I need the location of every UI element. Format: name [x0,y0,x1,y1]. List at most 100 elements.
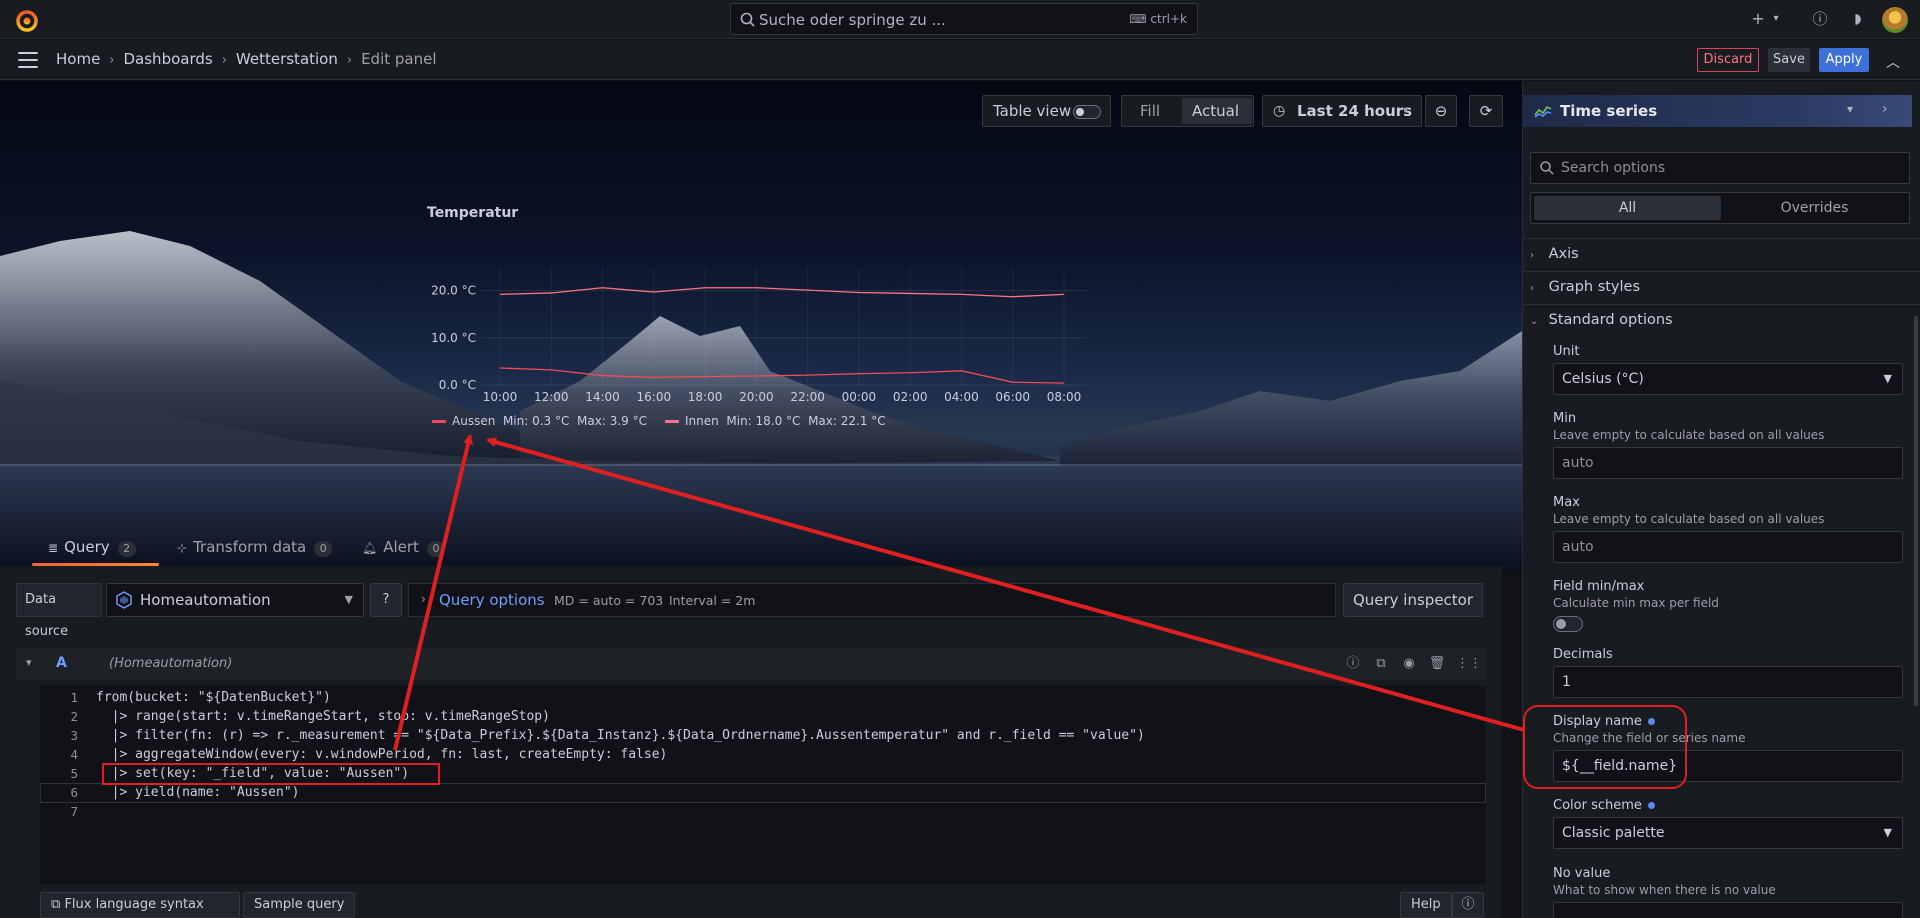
options-filter-segment: All Overrides [1530,192,1910,224]
breadcrumb-dashboards[interactable]: Dashboards [124,50,213,68]
info-button[interactable]: ⓘ [1452,892,1484,918]
apply-button[interactable]: Apply [1819,48,1869,72]
max-description: Leave empty to calculate based on all va… [1553,512,1825,526]
duplicate-icon[interactable]: ⧉ [1372,655,1390,673]
discard-button[interactable]: Discard [1697,48,1759,72]
save-button[interactable]: Save [1768,48,1810,72]
x-tick-label: 12:00 [534,390,569,404]
fill-button[interactable]: Fill [1140,96,1160,126]
query-inspector-button[interactable]: Query inspector [1343,583,1483,617]
chevron-right-icon: › [109,53,115,68]
help-icon[interactable]: ⓘ [1810,9,1830,29]
info-icon: ⓘ [1461,897,1475,912]
legend-name-aussen[interactable]: Aussen [452,414,495,428]
clock-icon: ◷ [1273,103,1286,119]
visualization-picker[interactable]: Time series ▾ › [1522,95,1912,127]
section-standard-options[interactable]: ⌄ Standard options [1530,312,1673,328]
breadcrumb-wetterstation[interactable]: Wetterstation [236,50,338,68]
x-tick-label: 08:00 [1047,390,1082,404]
chevron-down-icon: ▾ [1403,105,1409,116]
display-name-label-text: Display name [1553,714,1642,729]
line-number: 4 [70,747,78,762]
line-number: 7 [70,804,78,819]
data-source-label: Data source [16,583,102,639]
tab-query-count: 2 [117,541,136,557]
decimals-input[interactable]: 1 [1553,666,1903,698]
breadcrumb-bar: Home › Dashboards › Wetterstation › Edit panel… [0,40,1920,80]
section-graph-styles-label: Graph styles [1548,279,1641,295]
influxdb-icon [116,591,132,609]
flux-syntax-button[interactable]: ⧉ Flux language syntax [40,892,240,918]
drag-handle-icon[interactable]: ⋮⋮ [1456,655,1482,673]
options-search-input[interactable]: Search options [1530,152,1910,184]
help-icon[interactable]: ⓘ [1344,655,1362,673]
x-tick-label: 00:00 [842,390,877,404]
legend-name-innen[interactable]: Innen [685,414,719,428]
temperature-chart[interactable]: 0.0 °C 10.0 °C 20.0 °C 10:00 12:00 14:00 16:00… [420,255,1100,415]
query-options-bar[interactable]: › Query options MD = auto = 703 Interval… [408,583,1336,617]
tab-query[interactable]: ≣ Query 2 [32,532,159,566]
chevron-right-icon[interactable]: › [1882,101,1888,117]
current-line-highlight [40,783,1486,803]
flux-syntax-label: Flux language syntax [64,897,204,912]
tab-transform-data[interactable]: ⊹ Transform data 0 [161,532,333,566]
max-label: Max [1553,495,1580,510]
sample-query-button[interactable]: Sample query [243,892,356,918]
news-rss-icon[interactable]: ◗ [1848,9,1868,29]
no-value-input[interactable] [1553,902,1903,918]
chart-legend: Aussen Min: 0.3 °C Max: 3.9 °C Innen Min:… [432,414,886,428]
breadcrumb: Home › Dashboards › Wetterstation › Edit panel [56,50,437,68]
segment-all[interactable]: All [1534,196,1721,220]
segment-overrides[interactable]: Overrides [1721,196,1908,220]
section-graph-styles[interactable]: › Graph styles [1530,279,1640,295]
query-ref-id[interactable]: A [56,655,67,671]
trash-icon[interactable]: 🗑︎ [1428,655,1446,673]
code-line: |> filter(fn: (r) => r._measurement == "… [96,728,1145,743]
search-placeholder: Suche oder springe zu ... [759,11,946,29]
tab-alert[interactable]: 🔔︎ Alert 0 [346,532,456,566]
query-row-header: ▾ A (Homeautomation) ⓘ ⧉ ◉ 🗑︎ ⋮⋮ [16,648,1486,680]
display-name-input[interactable]: ${__field.name} [1553,750,1903,782]
line-number: 3 [70,728,78,743]
help-button[interactable]: Help [1400,892,1452,918]
data-source-select[interactable]: Homeautomation ▼ [106,583,364,617]
grafana-logo-icon[interactable] [14,7,40,33]
refresh-button[interactable]: ⟳ [1469,95,1503,127]
global-search-input[interactable]: Suche oder springe zu ... ⌨ ctrl+k [730,3,1198,35]
data-source-help-button[interactable]: ? [370,583,402,617]
chevron-down-icon[interactable]: ▾ [26,656,32,669]
chevron-up-icon[interactable]: ︿ [1886,52,1900,72]
actual-button[interactable]: Actual [1182,98,1252,124]
zoom-out-button[interactable]: ⊖ [1425,95,1457,127]
tab-alert-label: Alert [383,538,419,556]
color-scheme-select[interactable]: Classic palette ▼ [1553,817,1903,849]
top-bar: Suche oder springe zu ... ⌨ ctrl+k + ▾ ⓘ… [0,0,1920,39]
menu-icon[interactable] [18,52,38,68]
refresh-icon: ⟳ [1479,102,1493,120]
chevron-down-icon[interactable]: ▾ [1766,9,1786,29]
field-min-max-toggle[interactable] [1553,616,1583,632]
options-scrollbar[interactable] [1914,316,1918,706]
query-options-label[interactable]: Query options [439,591,545,609]
no-value-label: No value [1553,866,1611,881]
time-range-picker[interactable]: ◷ Last 24 hours ▾ [1262,95,1422,127]
breadcrumb-home[interactable]: Home [56,50,100,68]
unit-select[interactable]: Celsius (°C) ▼ [1553,363,1903,395]
x-tick-label: 20:00 [739,390,774,404]
color-scheme-label-text: Color scheme [1553,798,1642,813]
chevron-down-icon: ▼ [344,593,353,606]
avatar[interactable] [1882,7,1908,33]
eye-icon[interactable]: ◉ [1400,655,1418,673]
max-input[interactable]: auto [1553,531,1903,563]
chevron-right-icon: › [1530,283,1534,294]
breadcrumb-edit-panel: Edit panel [361,50,437,68]
chevron-down-icon: ⌄ [1530,316,1539,327]
shortcut-label: ctrl+k [1150,12,1187,26]
section-axis[interactable]: › Axis [1530,246,1579,262]
min-input[interactable]: auto [1553,447,1903,479]
divider [1522,304,1920,305]
table-view-switch[interactable] [1073,105,1101,119]
plus-icon[interactable]: + [1748,9,1768,29]
min-label: Min [1553,411,1577,426]
table-view-toggle[interactable]: Table view [982,95,1111,127]
